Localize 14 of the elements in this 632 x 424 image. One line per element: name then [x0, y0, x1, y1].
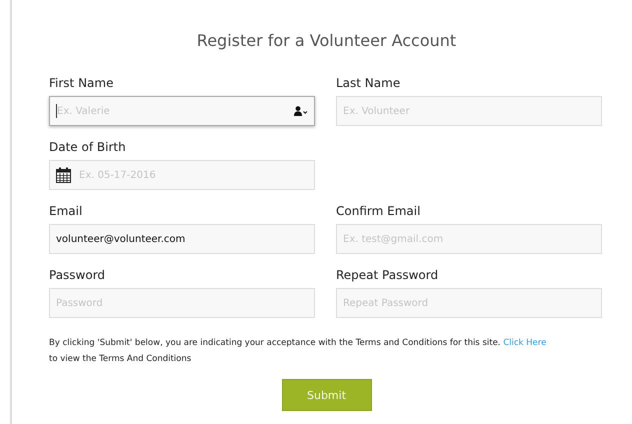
terms-text: By clicking 'Submit' below, you are indicating your acceptance with the Terms and Conditions for this site. Click Here to view the Terms And Conditions — [49, 337, 548, 366]
field-label: First Name — [49, 76, 114, 91]
field-label: Repeat Password — [336, 268, 440, 283]
form-title: Register for a Volunteer Account — [196, 31, 458, 50]
field-label: Password — [49, 268, 106, 283]
field-label: Last Name — [336, 76, 402, 91]
field-label: Email — [49, 204, 84, 219]
field-label: Confirm Email — [336, 204, 422, 219]
person-icon[interactable] — [294, 106, 308, 116]
field-label: Date of Birth — [49, 140, 127, 155]
terms-link[interactable]: Click Here — [503, 338, 546, 348]
submit-button[interactable]: Submit — [282, 379, 372, 411]
calendar-icon — [56, 167, 71, 183]
input-field[interactable]: volunteer@volunteer.com — [49, 224, 315, 254]
